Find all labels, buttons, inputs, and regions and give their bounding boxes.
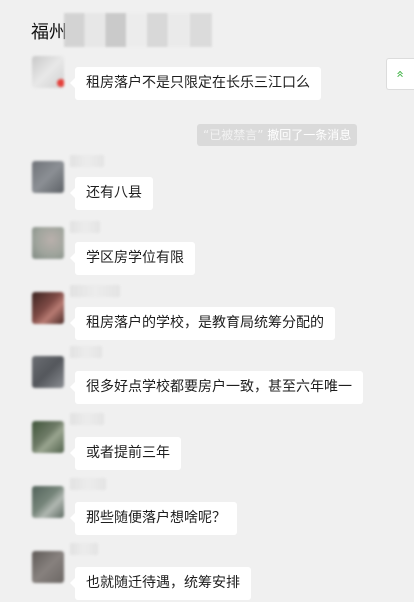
sender-name-redacted bbox=[70, 543, 98, 555]
recall-notice: “已被禁言” 撤回了一条消息 bbox=[197, 124, 358, 146]
message-bubble: 租房落户不是只限定在长乐三江口么 bbox=[70, 67, 321, 100]
sender-name-redacted bbox=[70, 346, 102, 358]
message-bubble: 学区房学位有限 bbox=[70, 242, 195, 275]
avatar[interactable] bbox=[32, 421, 64, 453]
avatar[interactable] bbox=[32, 161, 64, 193]
chat-header: 福州 bbox=[0, 0, 414, 58]
sender-name-redacted bbox=[70, 413, 104, 425]
sender-name-redacted bbox=[70, 221, 100, 233]
avatar[interactable] bbox=[32, 227, 64, 259]
avatar[interactable] bbox=[32, 551, 64, 583]
message-bubble: 很多好点学校都要房户一致，甚至六年唯一 bbox=[70, 371, 363, 404]
sender-name-redacted bbox=[70, 155, 104, 167]
sender-name-redacted bbox=[70, 478, 106, 490]
message-bubble: 还有八县 bbox=[70, 177, 153, 210]
avatar[interactable] bbox=[32, 292, 64, 324]
chat-title: 福州 bbox=[31, 22, 67, 43]
sender-name-redacted bbox=[70, 285, 120, 297]
message-bubble: 也就随迁待遇，统筹安排 bbox=[70, 567, 251, 600]
message-bubble: 那些随便落户想啥呢？ bbox=[70, 502, 237, 535]
scroll-up-button[interactable]: » bbox=[386, 58, 414, 90]
title-redaction bbox=[64, 13, 212, 47]
avatar[interactable] bbox=[32, 486, 64, 518]
message-bubble: 租房落户的学校，是教育局统筹分配的 bbox=[70, 307, 335, 340]
recall-notice-name: “已被禁言” bbox=[203, 128, 264, 142]
double-chevron-up-icon: » bbox=[392, 70, 408, 78]
avatar[interactable] bbox=[32, 56, 64, 88]
message-bubble: 或者提前三年 bbox=[70, 437, 181, 470]
recall-notice-text: 撤回了一条消息 bbox=[263, 128, 352, 142]
avatar[interactable] bbox=[32, 356, 64, 388]
